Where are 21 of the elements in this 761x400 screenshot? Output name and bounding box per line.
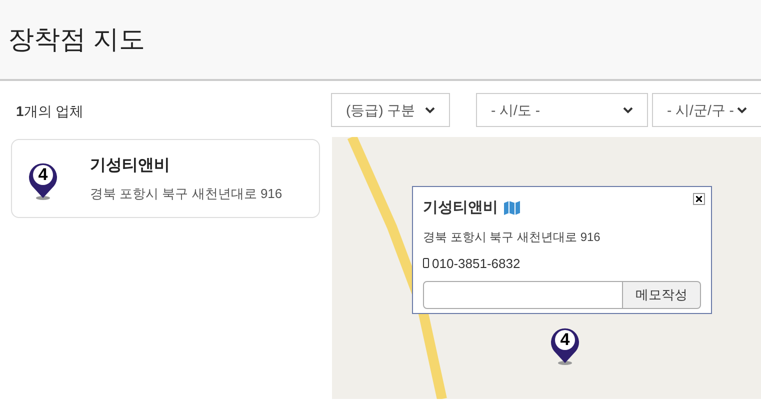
popup-title: 기성티앤비 [423,198,498,218]
shop-card[interactable]: 4 기성티앤비 경북 포항시 북구 새천년대로 916 [11,139,320,218]
chevron-down-icon [737,106,747,114]
shop-name: 기성티앤비 [90,156,171,176]
map-area[interactable]: 4 기성티앤비 경북 포항시 북구 새천년대로 916 010-3851-6832 메모작성 [332,137,761,399]
filter-select[interactable]: - 시/도 - [476,93,648,127]
popup-phone: 010-3851-6832 [432,254,520,272]
map-icon[interactable] [504,201,520,216]
shop-address: 경북 포항시 북구 새천년대로 916 [90,184,282,203]
close-icon [696,196,702,202]
close-button[interactable] [693,193,705,205]
filter-select[interactable]: (등급) 구분 [331,93,450,127]
filter-select[interactable]: - 시/군/구 - [652,93,761,127]
memo-button[interactable]: 메모작성 [623,281,701,309]
result-count: 1개의 업체 [15,102,85,121]
popup-address: 경북 포항시 북구 새천년대로 916 [423,228,602,246]
chevron-down-icon [623,106,633,114]
memo-field[interactable] [423,281,623,309]
chevron-down-icon [425,106,435,114]
phone-icon [423,258,429,268]
page-title: 장착점 지도 [8,23,146,56]
